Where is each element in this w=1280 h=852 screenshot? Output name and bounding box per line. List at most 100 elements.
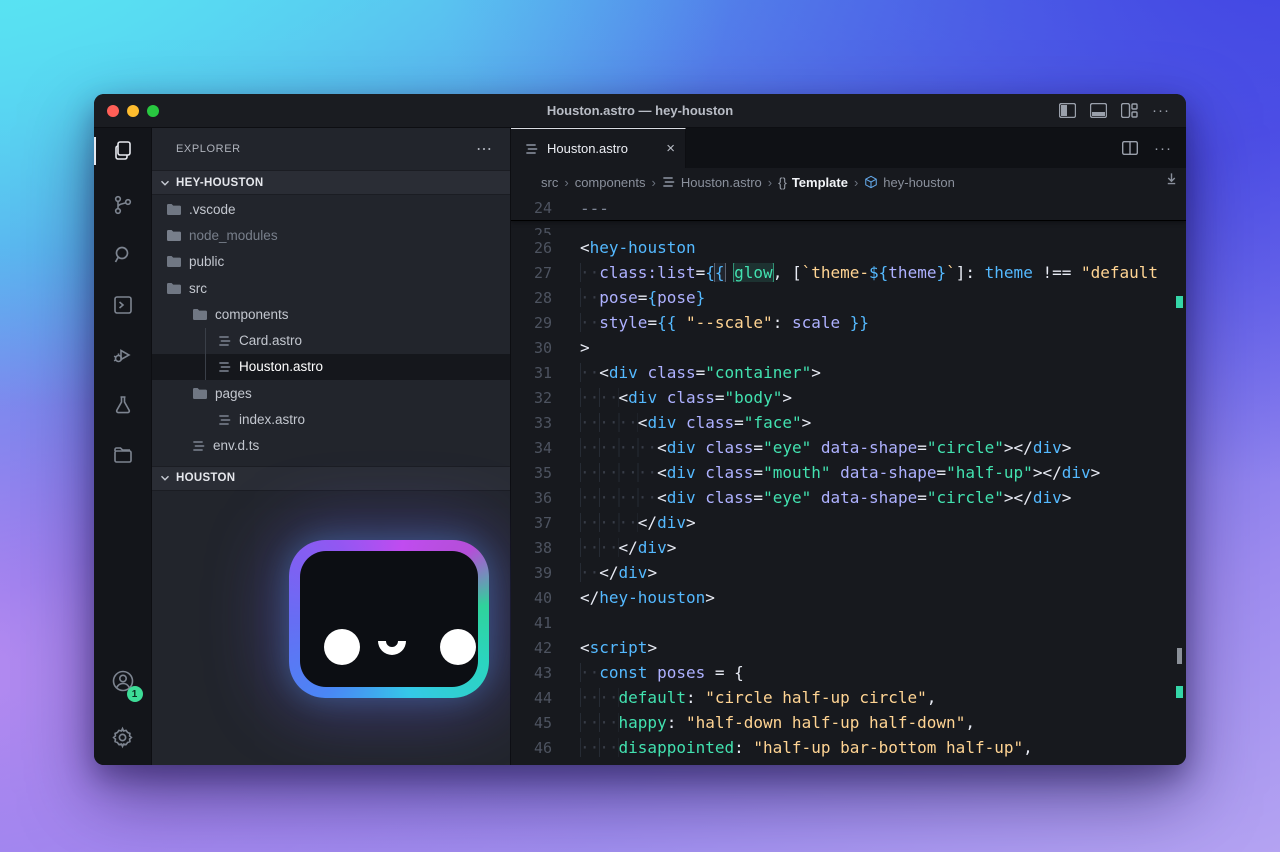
breadcrumb-separator: ›	[564, 174, 569, 190]
settings-gear-icon[interactable]	[94, 709, 152, 765]
code-line-44[interactable]: 44 ····default: "circle half-up circle",	[511, 685, 1186, 710]
tree-item-label: env.d.ts	[213, 438, 260, 454]
tree-item-pages[interactable]: pages	[152, 380, 510, 406]
line-number: 41	[533, 613, 552, 632]
line-number: 28	[533, 288, 552, 307]
line-number: 35	[533, 463, 552, 482]
code-line-43[interactable]: 43 ··const poses = {	[511, 660, 1186, 685]
code-line-35[interactable]: 35 ········<div class="mouth" data-shape=…	[511, 460, 1186, 485]
section-header-houston[interactable]: HOUSTON	[152, 465, 510, 491]
explorer-view-icon[interactable]	[94, 128, 152, 174]
terminal-icon[interactable]	[94, 280, 152, 330]
line-content: <hey-houston	[580, 238, 696, 257]
code-line-28[interactable]: 28 ··pose={pose}	[511, 285, 1186, 310]
code-line-31[interactable]: 31 ··<div class="container">	[511, 360, 1186, 385]
breadcrumb-separator: ›	[651, 174, 656, 190]
explorer-more-actions-icon[interactable]: ⋯	[476, 139, 494, 159]
breadcrumb-item-hey-houston[interactable]: hey-houston	[864, 175, 955, 190]
customize-layout-icon[interactable]	[1121, 103, 1138, 118]
code-line-42[interactable]: 42 <script>	[511, 635, 1186, 660]
breadcrumb-item-components[interactable]: components	[575, 175, 646, 190]
code-line-24[interactable]: 24 ---	[511, 196, 1186, 221]
line-content: >	[580, 338, 590, 357]
line-content: ········<div class="eye" data-shape="cir…	[580, 438, 1072, 457]
breadcrumb-label: hey-houston	[883, 174, 955, 190]
code-line-32[interactable]: 32 ····<div class="body">	[511, 385, 1186, 410]
line-number: 42	[533, 638, 552, 657]
tree-item-index-astro[interactable]: index.astro	[152, 406, 510, 432]
breadcrumb-item-src[interactable]: src	[541, 175, 558, 190]
vscode-window: Houston.astro — hey-houston ··· 1 EXPLOR…	[94, 94, 1186, 765]
code-line-26[interactable]: 26 <hey-houston	[511, 235, 1186, 260]
tree-item-label: node_modules	[189, 227, 278, 243]
code-line-38[interactable]: 38 ····</div>	[511, 535, 1186, 560]
tree-item-env-d-ts[interactable]: env.d.ts	[152, 433, 510, 459]
line-content: ··class:list={{ glow, [`theme-${theme}`]…	[580, 263, 1159, 282]
run-and-debug-icon[interactable]	[94, 330, 152, 380]
houston-eye-right	[440, 628, 476, 665]
tree-item-components[interactable]: components	[152, 301, 510, 327]
toggle-panel-icon[interactable]	[1090, 103, 1107, 118]
tree-item-label: components	[215, 306, 289, 322]
breadcrumb-separator: ›	[767, 174, 773, 190]
chevron-down-icon	[161, 476, 169, 482]
search-icon[interactable]	[94, 230, 152, 280]
toggle-primary-sidebar-icon[interactable]	[1059, 103, 1076, 118]
breadcrumbs: src › components › Houston.astro › {} Template ›…	[511, 168, 1186, 196]
editor-more-actions-icon[interactable]: ···	[1154, 140, 1172, 157]
code-line-39[interactable]: 39 ··</div>	[511, 560, 1186, 585]
code-line-36[interactable]: 36 ········<div class="eye" data-shape="c…	[511, 485, 1186, 510]
code-line-45[interactable]: 45 ····happy: "half-down half-up half-dow…	[511, 710, 1186, 735]
section-header-hey-houston[interactable]: HEY-HOUSTON	[152, 170, 510, 195]
code-line-37[interactable]: 37 ······</div>	[511, 510, 1186, 535]
line-content: <script>	[580, 638, 658, 657]
zoom-window-button[interactable]	[147, 104, 159, 117]
tree-item--vscode[interactable]: .vscode	[152, 196, 510, 222]
breadcrumb-item-houston-astro[interactable]: Houston.astro	[662, 175, 762, 190]
accounts-badge: 1	[126, 686, 143, 702]
code-line-46[interactable]: 46 ····disappointed: "half-up bar-bottom …	[511, 735, 1186, 760]
line-content: ······<div class="face">	[580, 413, 812, 432]
more-actions-icon[interactable]: ···	[1152, 102, 1170, 119]
source-control-icon[interactable]	[94, 180, 152, 230]
chevron-down-icon	[161, 180, 169, 186]
close-window-button[interactable]	[107, 104, 119, 117]
close-tab-icon[interactable]: ×	[666, 140, 675, 157]
code-line-29[interactable]: 29 ··style={{ "--scale": scale }}	[511, 310, 1186, 335]
ruler-mark-selection	[1176, 296, 1183, 308]
tree-item-label: index.astro	[239, 412, 306, 428]
code-line-25[interactable]: 25	[511, 221, 1186, 236]
breadcrumb-item-template[interactable]: {} Template	[778, 175, 848, 190]
split-editor-icon[interactable]	[1122, 141, 1138, 155]
tree-item-public[interactable]: public	[152, 249, 510, 275]
line-number: 43	[533, 663, 552, 682]
line-number: 34	[533, 438, 552, 457]
line-content: ---	[580, 198, 609, 218]
accounts-icon[interactable]: 1	[94, 653, 152, 709]
line-number: 33	[533, 413, 552, 432]
code-editor[interactable]: 24 --- 25 26 <hey-houston 27 ··class:list={{ g…	[511, 196, 1186, 765]
code-line-27[interactable]: 27 ··class:list={{ glow, [`theme-${theme}…	[511, 260, 1186, 285]
file-icon	[218, 335, 232, 347]
folder-icon	[166, 282, 182, 295]
file-icon	[218, 361, 232, 373]
tree-item-node-modules[interactable]: node_modules	[152, 222, 510, 248]
tab-houston-astro[interactable]: Houston.astro ×	[511, 128, 686, 168]
line-content: ········<div class="eye" data-shape="cir…	[580, 488, 1072, 507]
folder-library-icon[interactable]	[94, 430, 152, 480]
line-number: 36	[533, 488, 552, 507]
ruler-mark-scrollbar	[1177, 648, 1182, 664]
houston-eye-left	[324, 628, 360, 665]
tree-item-src[interactable]: src	[152, 275, 510, 301]
minimize-window-button[interactable]	[127, 104, 139, 117]
code-line-41[interactable]: 41	[511, 610, 1186, 635]
code-line-34[interactable]: 34 ········<div class="eye" data-shape="c…	[511, 435, 1186, 460]
code-line-40[interactable]: 40 </hey-houston>	[511, 585, 1186, 610]
code-line-30[interactable]: 30 >	[511, 335, 1186, 360]
line-content: ····<div class="body">	[580, 388, 792, 407]
tree-item-label: .vscode	[189, 201, 236, 217]
houston-robot	[289, 539, 489, 698]
breadcrumb-separator: ›	[853, 174, 859, 190]
beaker-icon[interactable]	[94, 380, 152, 430]
code-line-33[interactable]: 33 ······<div class="face">	[511, 410, 1186, 435]
